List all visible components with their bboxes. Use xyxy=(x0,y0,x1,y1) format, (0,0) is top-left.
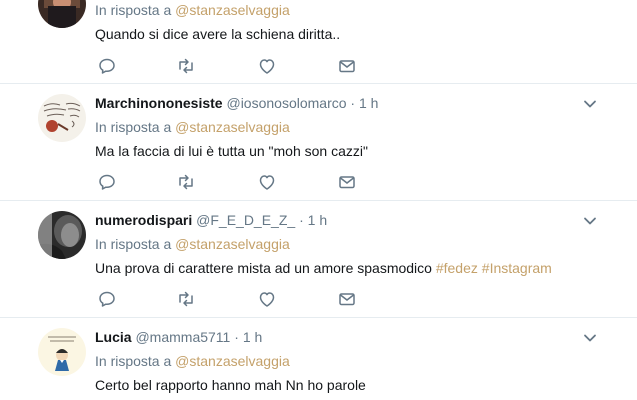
retweet-icon[interactable] xyxy=(176,56,196,76)
reply-prefix: In risposta a xyxy=(95,236,172,252)
chevron-down-icon[interactable] xyxy=(580,328,600,348)
chevron-down-icon[interactable] xyxy=(580,211,600,231)
reply-context: In risposta a @stanzaselvaggia xyxy=(95,353,290,369)
reply-icon[interactable] xyxy=(97,172,117,192)
reply-to-link[interactable]: @stanzaselvaggia xyxy=(175,2,290,18)
tweet[interactable]: Marchinononesiste @iosonosolomarco · 1 h… xyxy=(0,84,637,201)
retweet-icon[interactable] xyxy=(176,289,196,309)
avatar[interactable] xyxy=(38,211,86,259)
tweet-text: Certo bel rapporto hanno mah Nn ho parol… xyxy=(95,377,366,393)
reply-context: In risposta a @stanzaselvaggia xyxy=(95,119,290,135)
display-name[interactable]: Lucia xyxy=(95,329,132,345)
reply-to-link[interactable]: @stanzaselvaggia xyxy=(175,236,290,252)
timestamp[interactable]: 1 h xyxy=(308,212,327,228)
reply-prefix: In risposta a xyxy=(95,2,172,18)
timestamp[interactable]: 1 h xyxy=(243,329,262,345)
direct-message-icon[interactable] xyxy=(337,172,357,192)
retweet-icon[interactable] xyxy=(176,172,196,192)
separator: · xyxy=(234,329,239,345)
reply-to-link[interactable]: @stanzaselvaggia xyxy=(175,119,290,135)
chevron-down-icon[interactable] xyxy=(580,94,600,114)
like-icon[interactable] xyxy=(257,172,277,192)
hashtag-link[interactable]: #Instagram xyxy=(482,260,552,276)
user-handle[interactable]: @F_E_D_E_Z_ xyxy=(196,212,295,228)
separator: · xyxy=(350,95,356,111)
separator: · xyxy=(299,212,304,228)
display-name[interactable]: Marchinononesiste xyxy=(95,95,223,111)
tweet[interactable]: numerodispari @F_E_D_E_Z_ · 1 h In rispo… xyxy=(0,201,637,318)
timestamp[interactable]: 1 h xyxy=(359,95,378,111)
reply-icon[interactable] xyxy=(97,56,117,76)
tweet-header: Marchinononesiste @iosonosolomarco · 1 h xyxy=(95,95,378,111)
reply-prefix: In risposta a xyxy=(95,119,172,135)
tweet-text: Ma la faccia di lui è tutta un "moh son … xyxy=(95,143,368,159)
avatar[interactable] xyxy=(38,0,86,28)
reply-icon[interactable] xyxy=(97,289,117,309)
direct-message-icon[interactable] xyxy=(337,56,357,76)
tweet[interactable]: In risposta a @stanzaselvaggia Quando si… xyxy=(0,0,637,84)
direct-message-icon[interactable] xyxy=(337,289,357,309)
avatar[interactable] xyxy=(38,328,86,376)
like-icon[interactable] xyxy=(257,56,277,76)
display-name[interactable]: numerodispari xyxy=(95,212,192,228)
tweet-header: Lucia @mamma5711 · 1 h xyxy=(95,329,262,345)
tweet-header: numerodispari @F_E_D_E_Z_ · 1 h xyxy=(95,212,327,228)
avatar[interactable] xyxy=(38,94,86,142)
reply-context: In risposta a @stanzaselvaggia xyxy=(95,2,290,18)
tweet-body: Una prova di carattere mista ad un amore… xyxy=(95,260,432,276)
like-icon[interactable] xyxy=(257,289,277,309)
tweet-text: Una prova di carattere mista ad un amore… xyxy=(95,260,552,276)
reply-prefix: In risposta a xyxy=(95,353,172,369)
reply-to-link[interactable]: @stanzaselvaggia xyxy=(175,353,290,369)
hashtag-link[interactable]: #fedez xyxy=(436,260,478,276)
user-handle[interactable]: @mamma5711 xyxy=(135,329,230,345)
tweet[interactable]: Lucia @mamma5711 · 1 h In risposta a @st… xyxy=(0,318,637,400)
user-handle[interactable]: @iosonosolomarco xyxy=(226,95,346,111)
reply-context: In risposta a @stanzaselvaggia xyxy=(95,236,290,252)
tweet-text: Quando si dice avere la schiena diritta.… xyxy=(95,26,341,42)
